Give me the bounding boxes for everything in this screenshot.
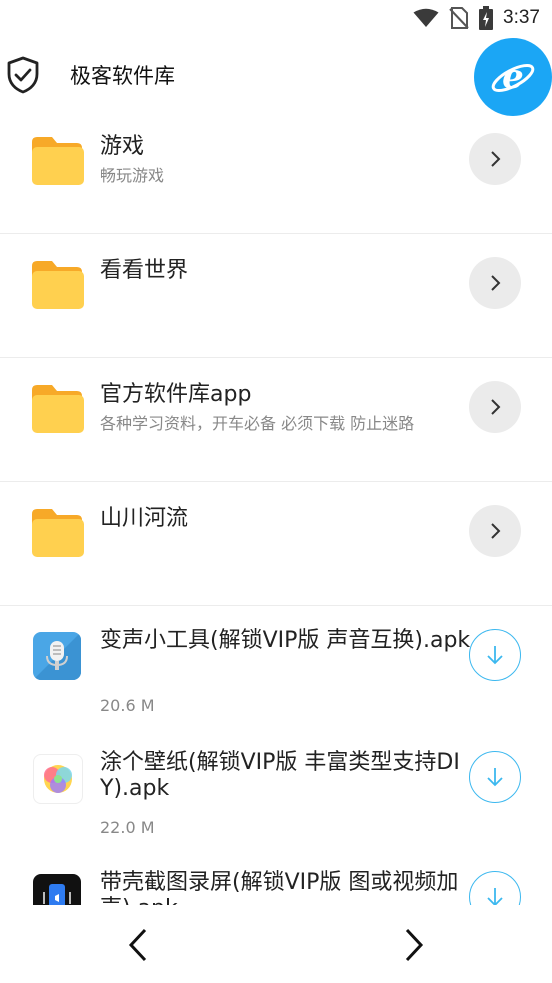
download-arrow-icon bbox=[487, 888, 503, 905]
folder-subtitle: 畅玩游戏 bbox=[100, 166, 165, 185]
download-button[interactable] bbox=[469, 629, 521, 681]
status-time: 3:37 bbox=[503, 7, 540, 28]
svg-text:e: e bbox=[502, 57, 524, 97]
file-size: 22.0 M bbox=[100, 818, 155, 837]
forward-button[interactable] bbox=[394, 925, 434, 965]
app-title: 极客软件库 bbox=[70, 64, 175, 88]
screen-recorder-app-icon bbox=[33, 874, 81, 905]
chevron-right-icon bbox=[491, 523, 501, 539]
no-sim-icon bbox=[449, 7, 469, 29]
colorful-wallpaper-app-icon bbox=[33, 754, 83, 804]
folder-title: 游戏 bbox=[100, 134, 145, 159]
download-arrow-icon bbox=[487, 768, 503, 787]
microphone-app-icon bbox=[33, 632, 81, 680]
folder-icon bbox=[32, 385, 84, 433]
download-button[interactable] bbox=[469, 871, 521, 905]
status-bar: 3:37 bbox=[0, 0, 552, 38]
folder-subtitle: 各种学习资料，开车必备 必须下载 防止迷路 bbox=[100, 414, 415, 433]
chevron-right-icon bbox=[491, 151, 501, 167]
chevron-right-icon bbox=[491, 275, 501, 291]
file-title: 带壳截图录屏(解锁VIP版 图或视频加壳).apk bbox=[100, 870, 459, 905]
file-row[interactable]: 变声小工具(解锁VIP版 声音互换).apk 20.6 M bbox=[0, 606, 552, 726]
open-folder-button[interactable] bbox=[469, 257, 521, 309]
open-folder-button[interactable] bbox=[469, 133, 521, 185]
wifi-icon bbox=[413, 8, 439, 27]
file-title: 涂个壁纸(解锁VIP版 丰富类型支持DIY).apk bbox=[100, 750, 460, 801]
bottom-nav bbox=[0, 905, 552, 983]
folder-row[interactable]: 山川河流 bbox=[0, 482, 552, 606]
download-arrow-icon bbox=[487, 646, 503, 665]
folder-row[interactable]: 游戏 畅玩游戏 bbox=[0, 110, 552, 234]
ie-browser-icon[interactable]: e bbox=[474, 38, 552, 116]
file-title: 变声小工具(解锁VIP版 声音互换).apk bbox=[100, 628, 471, 653]
app-bar: 极客软件库 e bbox=[0, 38, 552, 116]
folder-icon bbox=[32, 509, 84, 557]
download-button[interactable] bbox=[469, 751, 521, 803]
back-button[interactable] bbox=[118, 925, 158, 965]
folder-title: 看看世界 bbox=[100, 258, 189, 283]
open-folder-button[interactable] bbox=[469, 505, 521, 557]
status-icons: 3:37 bbox=[413, 6, 540, 30]
chevron-left-icon bbox=[128, 928, 147, 962]
chevron-right-icon bbox=[491, 399, 501, 415]
open-folder-button[interactable] bbox=[469, 381, 521, 433]
file-row[interactable]: 涂个壁纸(解锁VIP版 丰富类型支持DIY).apk 22.0 M bbox=[0, 726, 552, 846]
file-row[interactable]: 带壳截图录屏(解锁VIP版 图或视频加壳).apk bbox=[0, 846, 552, 905]
file-size: 20.6 M bbox=[100, 696, 155, 715]
folder-row[interactable]: 看看世界 bbox=[0, 234, 552, 358]
file-list: 游戏 畅玩游戏 看看世界 官方软件库app 各种学习资料，开车必备 必须下载 防… bbox=[0, 110, 552, 905]
shield-check-icon bbox=[7, 56, 39, 94]
folder-icon bbox=[32, 261, 84, 309]
battery-charging-icon bbox=[479, 6, 494, 30]
folder-title: 山川河流 bbox=[100, 506, 189, 531]
folder-title: 官方软件库app bbox=[100, 382, 252, 407]
chevron-right-icon bbox=[405, 928, 424, 962]
folder-icon bbox=[32, 137, 84, 185]
folder-row[interactable]: 官方软件库app 各种学习资料，开车必备 必须下载 防止迷路 bbox=[0, 358, 552, 482]
